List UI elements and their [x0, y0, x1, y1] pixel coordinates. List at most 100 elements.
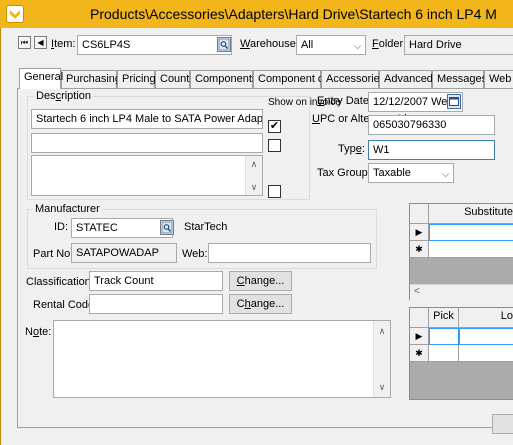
first-icon: ⏮	[20, 37, 29, 47]
scroll-left-icon[interactable]: <	[414, 286, 420, 297]
search-icon	[161, 221, 173, 234]
folder-value: Hard Drive	[409, 39, 462, 51]
location-column-header[interactable]: Lo	[459, 308, 513, 328]
row-pointer-icon: ▶	[410, 224, 429, 241]
tab-count[interactable]: Count	[155, 70, 190, 88]
folder-field[interactable]: Hard Drive	[404, 35, 513, 55]
scroll-down-icon[interactable]: ∨	[246, 179, 262, 195]
description-line1-field[interactable]: Startech 6 inch LP4 Male to SATA Power A…	[31, 109, 263, 129]
description-line3-field[interactable]: ∧ ∨	[31, 155, 263, 196]
manufacturer-group-title: Manufacturer	[33, 203, 102, 215]
item-label: Item:	[51, 38, 76, 50]
previous-icon: ◀	[37, 37, 44, 47]
tab-messages[interactable]: Messages	[432, 70, 487, 88]
description-line1-value: Startech 6 inch LP4 Male to SATA Power A…	[36, 113, 263, 125]
note-label: Note:	[25, 326, 52, 338]
new-row-icon: ✱	[410, 345, 429, 362]
app-icon[interactable]	[6, 5, 24, 23]
tab-accessories[interactable]: Accessories	[321, 70, 385, 88]
classification-label: Classification:	[26, 276, 94, 288]
row-pointer-icon: ▶	[410, 328, 429, 345]
substitutes-hscrollbar[interactable]: <	[410, 284, 513, 300]
part-no-value: SATAPOWADAP	[76, 247, 159, 259]
previous-record-button[interactable]: ◀	[34, 36, 47, 49]
upc-field[interactable]: 065030796330	[368, 115, 495, 135]
upc-label: UPC or Alternate Id:	[312, 113, 410, 125]
type-label: Type:	[338, 143, 365, 155]
warehouse-label: Warehouse:	[240, 38, 299, 50]
classification-value: Track Count	[94, 275, 154, 287]
item-lookup-button[interactable]	[217, 37, 231, 52]
type-field[interactable]: W1	[368, 140, 495, 160]
entry-date-value: 12/12/2007 Wed	[373, 96, 454, 108]
web-label: Web:	[182, 248, 208, 260]
substitute-header-text: Substitute	[464, 206, 513, 218]
substitute-column-header[interactable]: Substitute	[429, 204, 513, 224]
scroll-up-icon[interactable]: ∧	[374, 323, 390, 339]
rental-code-label: Rental Code:	[33, 299, 98, 311]
calendar-icon	[449, 97, 459, 106]
window-title: Products\Accessories\Adapters\Hard Drive…	[90, 6, 497, 22]
calendar-button[interactable]	[447, 94, 461, 109]
tab-advanced[interactable]: Advanced	[379, 70, 433, 88]
search-icon	[218, 38, 230, 51]
warehouse-value: All	[301, 39, 314, 51]
show-on-invoice-checkbox-2[interactable]	[268, 139, 281, 152]
part-no-field[interactable]: SATAPOWADAP	[71, 243, 177, 263]
title-bar[interactable]: Products\Accessories\Adapters\Hard Drive…	[0, 0, 513, 28]
description-scrollbar[interactable]: ∧ ∨	[245, 156, 262, 195]
mfr-name: StarTech	[184, 221, 228, 233]
show-on-invoice-checkbox-1[interactable]: ✔	[268, 120, 281, 133]
mfr-id-field[interactable]: STATEC	[71, 218, 173, 238]
new-row-icon: ✱	[410, 241, 429, 258]
note-field[interactable]: ∧ ∨	[53, 320, 391, 398]
tax-group-select[interactable]: Taxable ⌵	[368, 163, 454, 183]
chevron-down-icon: ⌵	[442, 169, 449, 179]
web-field[interactable]	[208, 243, 371, 263]
note-scrollbar[interactable]: ∧ ∨	[373, 321, 390, 397]
tab-purchasing[interactable]: Purchasing	[61, 70, 121, 88]
part-no-label: Part No:	[33, 248, 74, 260]
tax-group-value: Taxable	[373, 167, 411, 179]
tab-components[interactable]: Components	[190, 70, 257, 88]
tab-web[interactable]: Web I	[484, 70, 513, 88]
checkmark-icon: ✔	[269, 120, 280, 132]
tab-component-of[interactable]: Component of	[253, 70, 327, 88]
show-on-invoice-checkbox-3[interactable]	[268, 185, 281, 198]
description-line2-field[interactable]	[31, 133, 263, 153]
tab-pricing[interactable]: Pricing	[117, 70, 156, 88]
rental-code-change-button[interactable]: Ch ange...	[229, 294, 292, 314]
tax-group-label: Tax Group:	[317, 167, 371, 179]
mfr-lookup-button[interactable]	[160, 220, 174, 235]
scroll-up-icon[interactable]: ∧	[246, 156, 262, 172]
substitute-new-cell[interactable]	[429, 241, 513, 258]
first-record-button[interactable]: ⏮	[18, 36, 31, 49]
warehouse-select[interactable]: All ⌵	[296, 35, 366, 55]
location-header-text: Lo	[500, 310, 513, 322]
pick-column-header[interactable]: Pick	[429, 308, 459, 328]
classification-change-button[interactable]: Change...	[229, 271, 292, 291]
pick-header-text: Pick	[433, 310, 454, 322]
pick-new-cell[interactable]	[429, 345, 459, 362]
grid-corner	[410, 308, 429, 328]
entry-date-label: Entry Date:	[317, 95, 373, 107]
type-value: W1	[373, 144, 390, 156]
substitutes-grid[interactable]: Substitute ▶ ✱ <	[409, 203, 513, 300]
grid-corner	[410, 204, 429, 224]
mfr-id-label: ID:	[54, 221, 69, 233]
upc-value: 065030796330	[373, 119, 447, 131]
substitute-cell[interactable]	[429, 224, 513, 241]
classification-field[interactable]: Track Count	[89, 271, 223, 291]
scroll-down-icon[interactable]: ∨	[374, 379, 390, 395]
pick-cell[interactable]	[429, 328, 459, 345]
item-field[interactable]: CS6LP4S	[77, 35, 232, 55]
folder-label: Folder:	[372, 38, 407, 50]
tab-general[interactable]: General	[19, 68, 63, 89]
location-new-cell[interactable]	[459, 345, 513, 362]
locations-grid[interactable]: Pick Lo ▶ ✱	[409, 307, 513, 400]
rental-code-field[interactable]	[89, 294, 223, 314]
chevron-down-icon: ⌵	[354, 41, 361, 51]
location-cell[interactable]	[459, 328, 513, 345]
dialog-button[interactable]	[492, 414, 513, 434]
show-on-invoice-label: Show on invoice	[268, 97, 341, 108]
